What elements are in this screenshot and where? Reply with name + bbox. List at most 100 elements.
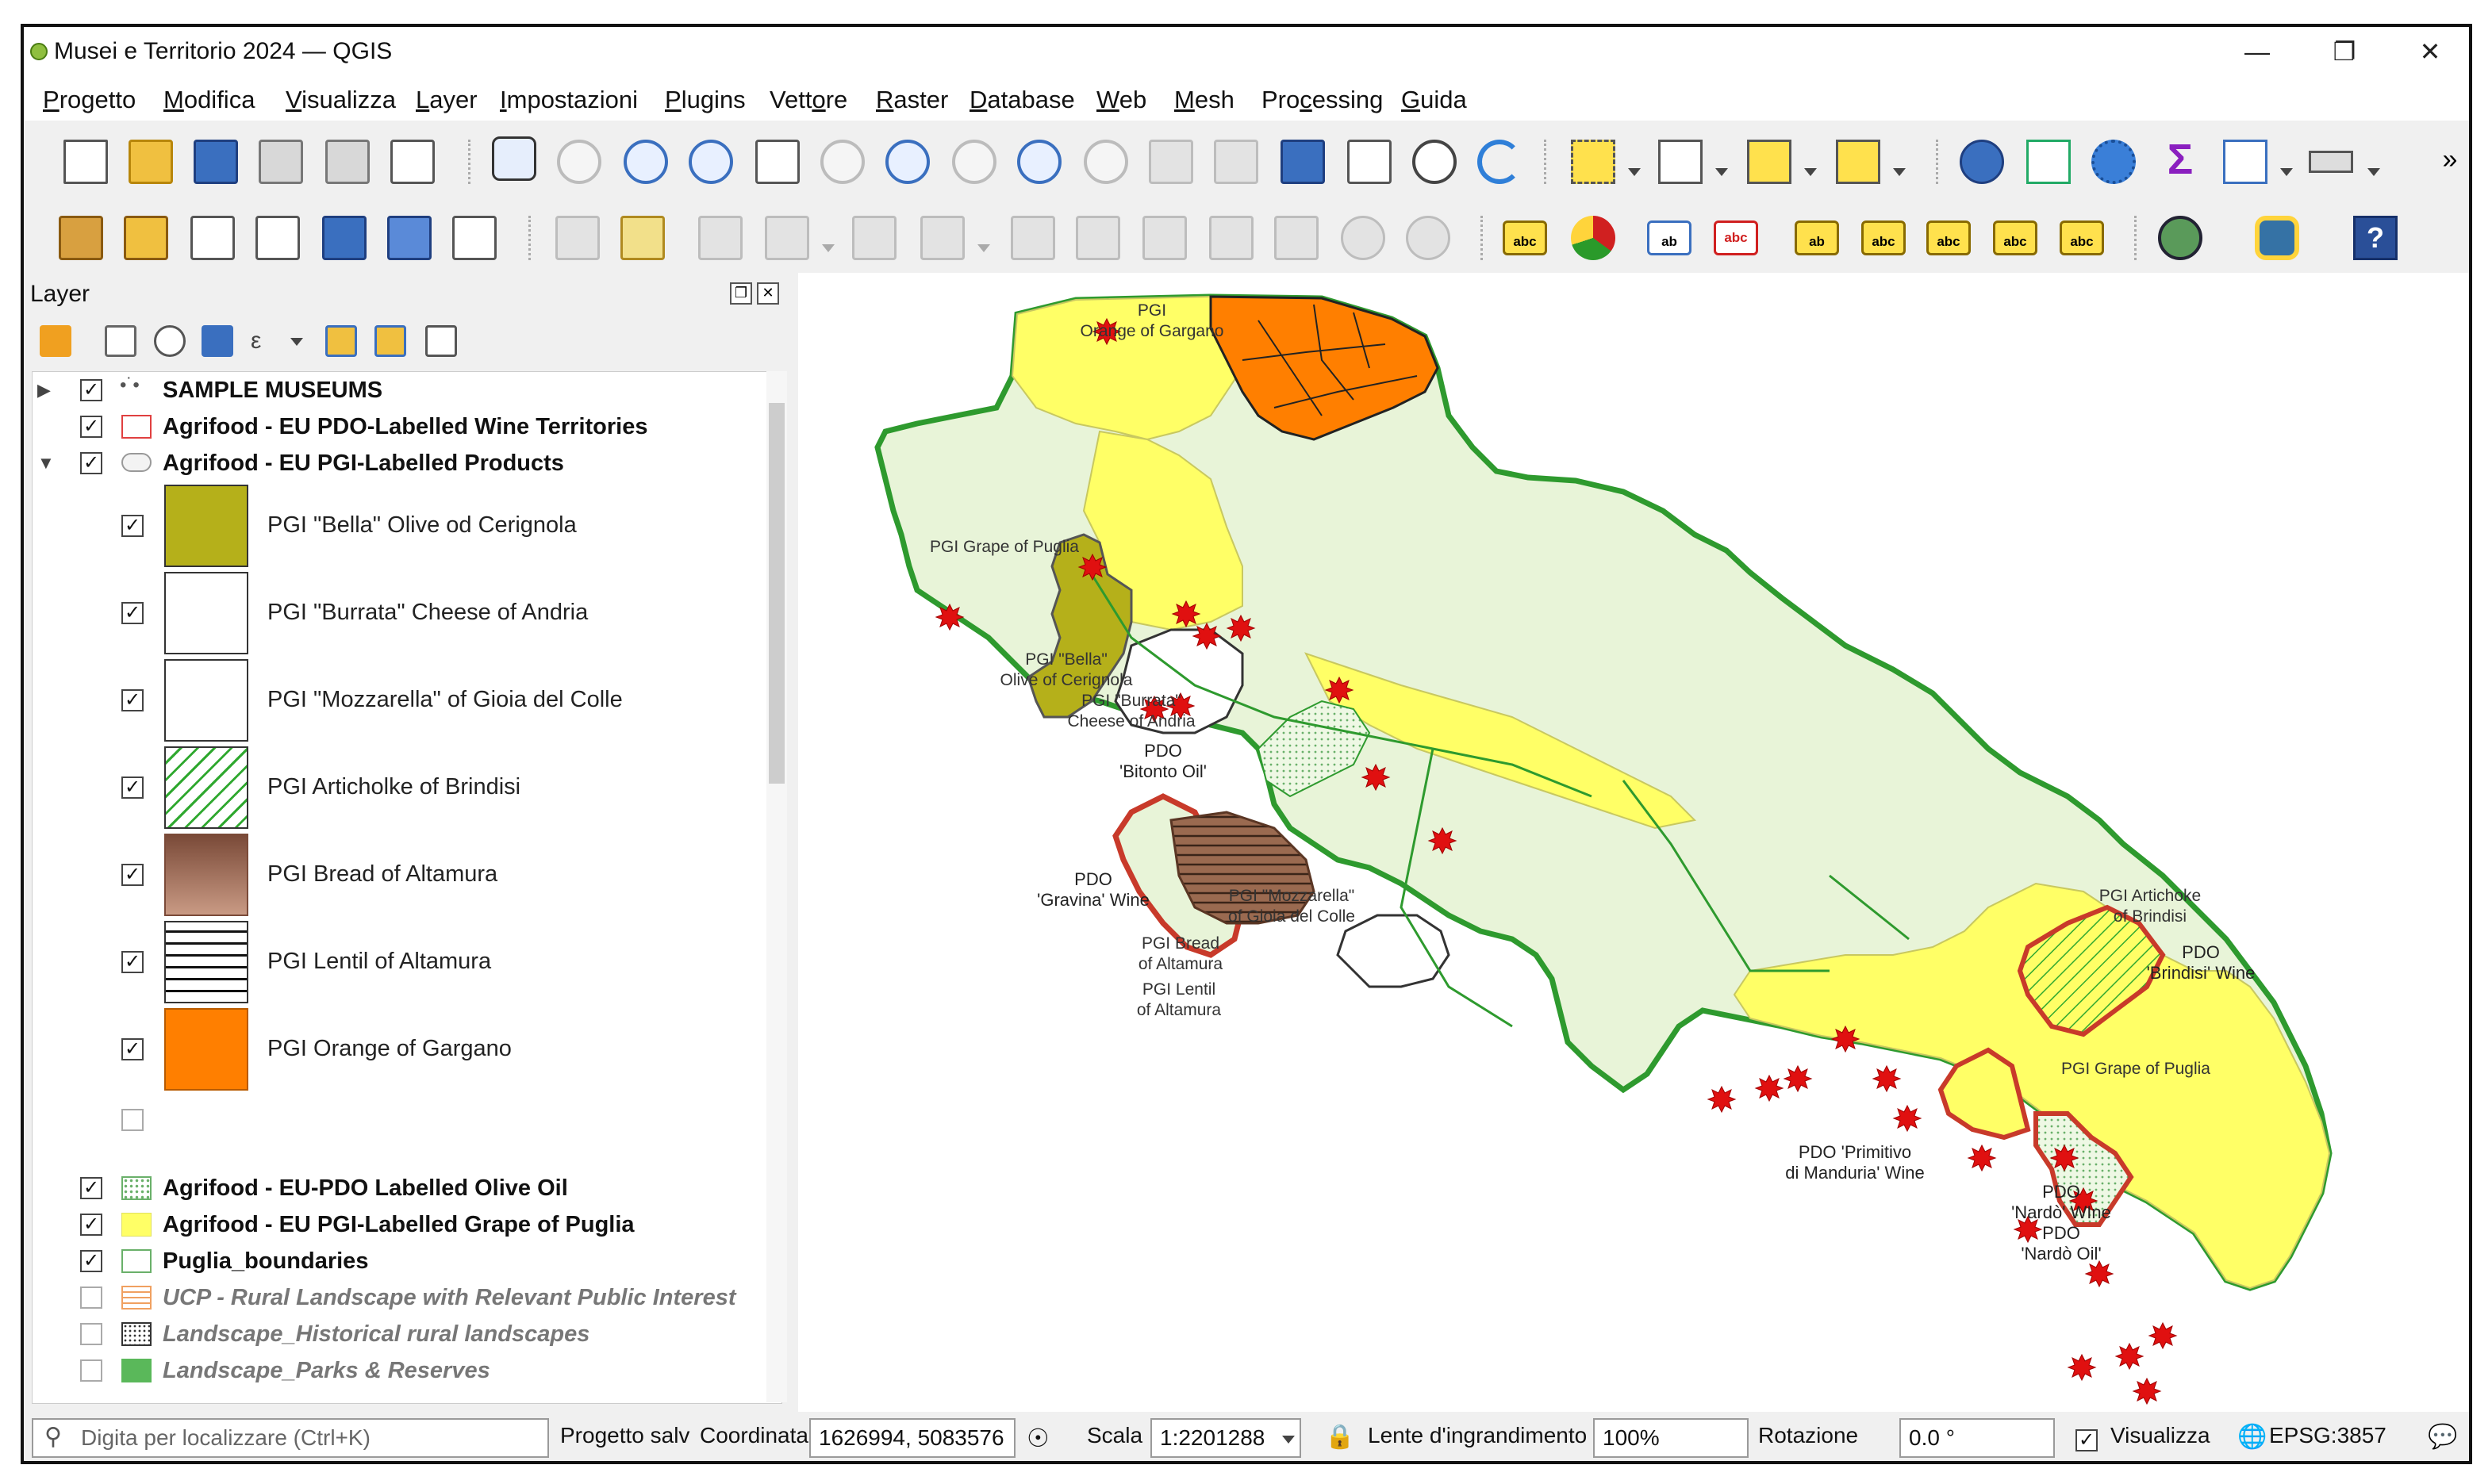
save-layer-edits-icon[interactable] [698, 216, 743, 260]
menu-processing[interactable]: Processing [1261, 86, 1383, 114]
open-layer-styling-icon[interactable] [40, 325, 71, 357]
toggle-extents-icon[interactable]: ☉ [1027, 1423, 1050, 1453]
museum-marker[interactable] [1171, 600, 1201, 628]
new-map-view-icon[interactable] [1149, 140, 1193, 184]
layer-row-pgi-products[interactable]: ▼ ✓ Agrifood - EU PGI-Labelled Products [33, 445, 762, 481]
museum-marker[interactable] [1872, 1064, 1902, 1093]
zoom-to-selection-icon[interactable] [820, 140, 865, 184]
legend-item-artichoke[interactable]: ✓ PGI Articholke of Brindisi [33, 745, 762, 832]
scrollbar-thumb[interactable] [769, 403, 785, 784]
messages-icon[interactable]: 💬 [2428, 1423, 2457, 1451]
add-vector-layer-icon[interactable] [190, 216, 235, 260]
cut-features-icon[interactable] [1142, 216, 1187, 260]
move-label-icon[interactable]: abc [1926, 220, 1971, 255]
remove-layer-icon[interactable] [425, 325, 457, 357]
menu-visualizza[interactable]: Visualizza [286, 86, 396, 114]
style-manager-icon[interactable] [390, 140, 435, 184]
menu-guida[interactable]: Guida [1401, 86, 1467, 114]
chevron-down-icon[interactable]: ▼ [37, 445, 55, 481]
legend-item-bella-olive[interactable]: ✓ PGI "Bella" Olive od Cerignola [33, 483, 762, 570]
identify-features-icon[interactable] [1960, 140, 2004, 184]
map-svg[interactable]: PGI Orange of Gargano PGI Grape of Pugli… [798, 273, 2472, 1412]
label-settings-icon[interactable]: abc [1503, 220, 1547, 255]
layer-checkbox[interactable]: ✓ [80, 416, 102, 438]
filter-by-expression-icon[interactable]: ε [251, 325, 282, 357]
qgis-cloud-icon[interactable] [2158, 216, 2202, 260]
layer-checkbox[interactable]: ✓ [80, 1214, 102, 1236]
add-group-icon[interactable] [105, 325, 136, 357]
measure-line-icon[interactable] [2309, 151, 2353, 173]
chevron-down-icon[interactable] [1628, 168, 1641, 176]
menu-vettore[interactable]: Vettore [770, 86, 847, 114]
digitize-line-icon[interactable] [765, 216, 809, 260]
add-wms-layer-icon[interactable] [322, 216, 367, 260]
legend-item-other[interactable] [33, 1102, 762, 1138]
class-checkbox[interactable]: ✓ [121, 777, 144, 799]
filter-legend-icon[interactable] [202, 325, 233, 357]
layout-manager-icon[interactable] [325, 140, 370, 184]
menu-database[interactable]: Database [970, 86, 1075, 114]
open-field-calculator-icon[interactable] [2223, 140, 2267, 184]
class-checkbox[interactable]: ✓ [121, 515, 144, 537]
museum-marker[interactable] [2114, 1342, 2145, 1371]
museum-marker[interactable] [1830, 1025, 1860, 1053]
class-checkbox[interactable]: ✓ [121, 864, 144, 886]
museum-marker[interactable] [935, 603, 965, 631]
legend-item-lentil[interactable]: ✓ PGI Lentil of Altamura [33, 919, 762, 1007]
museum-marker[interactable] [2148, 1321, 2178, 1350]
new-geopackage-layer-icon[interactable] [124, 216, 168, 260]
refresh-icon[interactable] [1477, 140, 1522, 184]
new-print-layout-icon[interactable] [259, 140, 303, 184]
toolbar-overflow-button[interactable]: » [2428, 138, 2469, 182]
museum-marker[interactable] [1192, 622, 1222, 650]
museum-marker[interactable] [1077, 553, 1108, 581]
layer-checkbox[interactable]: ✓ [80, 1177, 102, 1199]
scale-field[interactable]: 1:2201288 [1150, 1418, 1301, 1458]
map-canvas[interactable]: PGI Orange of Gargano PGI Grape of Pugli… [798, 273, 2472, 1412]
select-features-icon[interactable] [1571, 140, 1615, 184]
layer-row-historical-rural[interactable]: Landscape_Historical rural landscapes [33, 1316, 762, 1352]
legend-item-mozzarella[interactable]: ✓ PGI "Mozzarella" of Gioia del Colle [33, 658, 762, 745]
highlight-pinned-labels-icon[interactable]: abc [1714, 220, 1758, 255]
museum-marker[interactable] [1324, 676, 1354, 704]
layer-row-sample-museums[interactable]: ▶ ✓ •˙• SAMPLE MUSEUMS [33, 372, 762, 408]
minimize-button[interactable]: — [2214, 30, 2301, 73]
open-attribute-table-icon[interactable] [2026, 140, 2071, 184]
chevron-down-icon[interactable] [1715, 168, 1728, 176]
museum-marker[interactable] [1967, 1144, 1997, 1172]
save-project-icon[interactable] [194, 140, 238, 184]
add-raster-layer-icon[interactable] [387, 216, 432, 260]
chevron-down-icon[interactable] [1893, 168, 1906, 176]
menu-progetto[interactable]: Progetto [43, 86, 136, 114]
rotation-field[interactable]: 0.0 ° [1899, 1418, 2055, 1458]
layer-row-pdo-wine[interactable]: ✓ Agrifood - EU PDO-Labelled Wine Territ… [33, 408, 762, 445]
menu-web[interactable]: Web [1096, 86, 1146, 114]
pan-map-icon[interactable] [492, 136, 536, 181]
museum-marker[interactable] [2084, 1260, 2114, 1288]
chevron-down-icon[interactable] [2367, 168, 2380, 176]
locator-search-input[interactable]: Digita per localizzare (Ctrl+K) [32, 1418, 549, 1458]
zoom-next-icon[interactable] [1084, 140, 1128, 184]
zoom-full-icon[interactable] [755, 140, 800, 184]
paste-features-icon[interactable] [1274, 216, 1319, 260]
layer-row-pdo-olive-oil[interactable]: ✓ Agrifood - EU-PDO Labelled Olive Oil [33, 1170, 762, 1206]
chevron-down-icon[interactable] [822, 244, 835, 252]
chevron-right-icon[interactable]: ▶ [37, 372, 51, 408]
add-virtual-layer-icon[interactable] [452, 216, 497, 260]
layer-checkbox[interactable] [80, 1287, 102, 1309]
crs-button[interactable]: EPSG:3857 [2269, 1423, 2386, 1448]
collapse-all-icon[interactable] [374, 325, 406, 357]
museum-marker[interactable] [2049, 1144, 2079, 1172]
new-spatial-bookmark-icon[interactable] [1281, 140, 1325, 184]
restore-button[interactable]: ❐ [2301, 30, 2388, 73]
museum-marker[interactable] [2067, 1353, 2097, 1382]
layer-row-grape-puglia[interactable]: ✓ Agrifood - EU PGI-Labelled Grape of Pu… [33, 1206, 762, 1243]
museum-marker[interactable] [2132, 1377, 2162, 1405]
class-checkbox[interactable]: ✓ [121, 602, 144, 624]
museum-marker[interactable] [1892, 1104, 1922, 1133]
zoom-out-icon[interactable] [689, 140, 733, 184]
layer-tree-scrollbar[interactable] [766, 371, 787, 1402]
pin-labels-icon[interactable]: ab [1647, 220, 1691, 255]
menu-layer[interactable]: Layer [416, 86, 478, 114]
deselect-features-icon[interactable] [1747, 140, 1791, 184]
